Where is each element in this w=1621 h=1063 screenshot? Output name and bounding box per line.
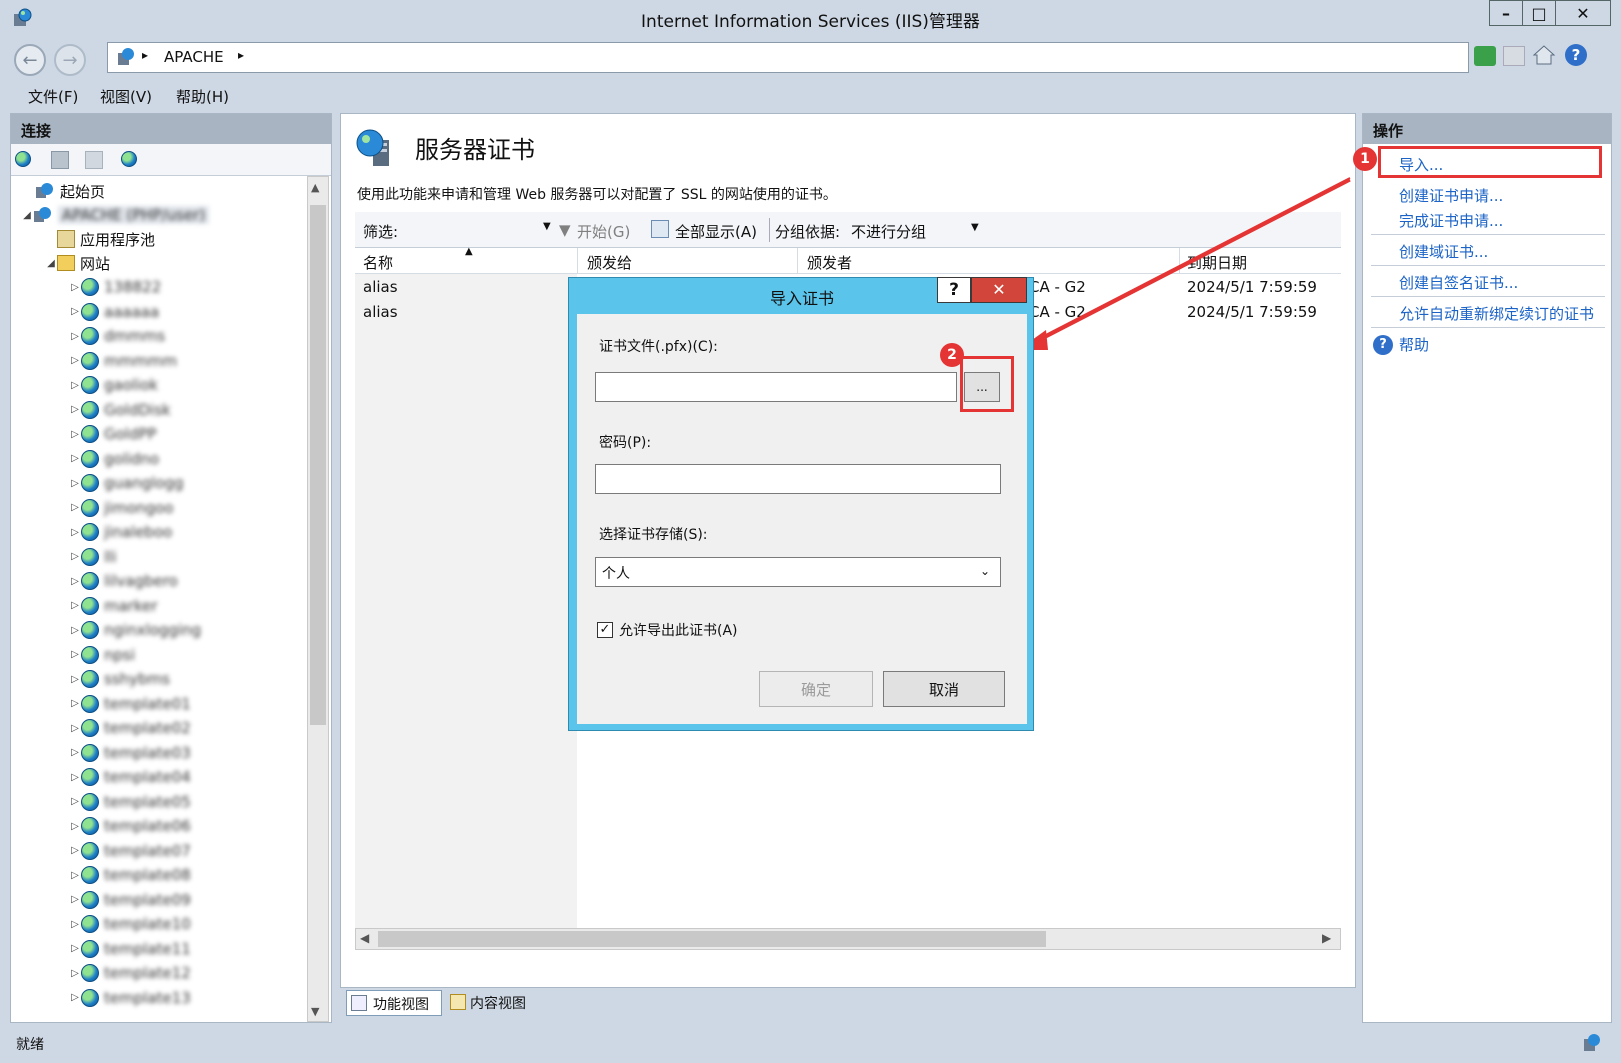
dialog-close-button[interactable]: ✕ bbox=[971, 277, 1027, 303]
cancel-button[interactable]: 取消 bbox=[883, 671, 1005, 707]
exportable-checkbox[interactable]: ✓ bbox=[597, 622, 613, 638]
store-select[interactable]: 个人 ⌄ bbox=[595, 557, 1001, 587]
status-text: 就绪 bbox=[16, 1037, 44, 1053]
status-bar: 就绪 bbox=[0, 1025, 1621, 1063]
password-input[interactable] bbox=[595, 464, 1001, 494]
exportable-label: 允许导出此证书(A) bbox=[619, 623, 738, 639]
chevron-down-icon: ⌄ bbox=[980, 564, 991, 578]
store-label: 选择证书存储(S): bbox=[599, 527, 708, 543]
password-label: 密码(P): bbox=[599, 435, 652, 451]
connection-status-icon bbox=[1582, 1033, 1602, 1053]
dialog-help-button[interactable]: ? bbox=[937, 277, 971, 303]
cert-file-label: 证书文件(.pfx)(C): bbox=[599, 339, 718, 355]
highlight-browse bbox=[960, 356, 1014, 412]
step-marker-2: 2 bbox=[940, 343, 964, 367]
cert-file-input[interactable] bbox=[595, 372, 957, 402]
ok-button[interactable]: 确定 bbox=[759, 671, 873, 707]
store-select-value: 个人 bbox=[602, 566, 630, 582]
import-certificate-dialog: 导入证书 ? ✕ 证书文件(.pfx)(C): ... 密码(P): 选择证书存… bbox=[568, 277, 1034, 731]
